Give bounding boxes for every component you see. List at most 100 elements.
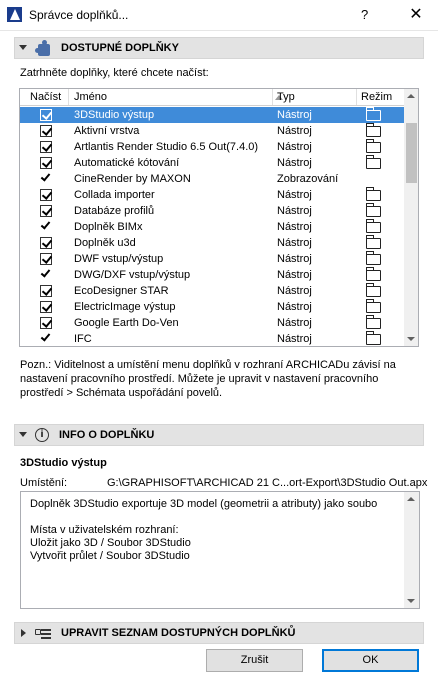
scroll-up-icon[interactable] (407, 497, 415, 501)
load-checkbox[interactable] (40, 301, 52, 313)
table-scrollbar[interactable] (404, 89, 418, 346)
scroll-down-icon[interactable] (407, 337, 415, 341)
edit-list-title: UPRAVIT SEZNAM DOSTUPNÝCH DOPLŇKŮ (61, 627, 296, 639)
folder-icon[interactable] (366, 203, 381, 217)
folder-icon[interactable] (366, 155, 381, 169)
load-checkbox[interactable] (40, 125, 52, 137)
chevron-down-icon (19, 432, 27, 437)
edit-list-icon (35, 626, 53, 640)
selected-addon-name: 3DStudio výstup (20, 457, 107, 469)
addon-type: Nástroj (277, 109, 312, 121)
table-header: Načíst Jméno Typ Režim (20, 89, 404, 106)
folder-icon[interactable] (366, 107, 381, 121)
addon-name: Doplněk u3d (74, 237, 136, 249)
load-checkbox[interactable] (40, 189, 52, 201)
folder-icon[interactable] (366, 315, 381, 329)
addon-name: EcoDesigner STAR (74, 285, 169, 297)
folder-icon[interactable] (366, 187, 381, 201)
addon-type: Nástroj (277, 285, 312, 297)
visibility-note: Pozn.: Viditelnost a umístění menu doplň… (20, 359, 396, 399)
load-checkbox[interactable] (40, 237, 52, 249)
addon-description: Doplněk 3DStudio exportuje 3D model (geo… (30, 498, 378, 562)
close-button[interactable]: ✕ (402, 4, 430, 26)
addon-type: Nástroj (277, 125, 312, 137)
addon-type: Zobrazování (277, 173, 339, 185)
table-row[interactable]: IFC Nástroj (20, 331, 404, 346)
table-row[interactable]: ElectricImage výstup Nástroj (20, 299, 404, 315)
chevron-right-icon (21, 629, 26, 637)
load-checkbox[interactable] (40, 285, 52, 297)
folder-icon[interactable] (366, 331, 381, 345)
column-load[interactable]: Načíst (30, 91, 61, 103)
chevron-down-icon (19, 45, 27, 50)
archicad-app-icon (7, 7, 22, 22)
folder-icon[interactable] (366, 235, 381, 249)
load-checkbox[interactable] (40, 317, 52, 329)
addon-type: Nástroj (277, 253, 312, 265)
location-value: G:\GRAPHISOFT\ARCHICAD 21 C...ort-Export… (107, 477, 428, 489)
table-row[interactable]: Google Earth Do-Ven Nástroj (20, 315, 404, 331)
column-type[interactable]: Typ (277, 91, 295, 103)
puzzle-icon (35, 40, 53, 57)
folder-icon[interactable] (366, 219, 381, 233)
scroll-thumb[interactable] (406, 123, 417, 183)
location-label: Umístění: (20, 477, 68, 489)
addon-info-header[interactable]: i INFO O DOPLŇKU (14, 424, 424, 446)
addon-type: Nástroj (277, 237, 312, 249)
table-row[interactable]: Doplněk u3d Nástroj (20, 235, 404, 251)
window-title: Správce doplňků... (29, 8, 129, 22)
folder-icon[interactable] (366, 123, 381, 137)
addon-name: ElectricImage výstup (74, 301, 176, 313)
available-addons-header[interactable]: DOSTUPNÉ DOPLŇKY (14, 37, 424, 59)
column-name[interactable]: Jméno (74, 91, 107, 103)
table-row[interactable]: Artlantis Render Studio 6.5 Out(7.4.0) Ná… (20, 139, 404, 155)
folder-icon[interactable] (366, 139, 381, 153)
table-row[interactable]: Doplněk BIMx Nástroj (20, 219, 404, 235)
folder-icon[interactable] (366, 283, 381, 297)
table-row[interactable]: DWG/DXF vstup/výstup Nástroj (20, 267, 404, 283)
help-button[interactable]: ? (361, 7, 368, 22)
table-row[interactable]: Databáze profilů Nástroj (20, 203, 404, 219)
addon-type: Nástroj (277, 205, 312, 217)
folder-icon[interactable] (366, 251, 381, 265)
instruction-text: Zatrhněte doplňky, které chcete načíst: (20, 67, 209, 79)
load-checkbox[interactable] (40, 109, 52, 121)
load-checkbox[interactable] (40, 141, 52, 153)
addon-name: Collada importer (74, 189, 155, 201)
scroll-down-icon[interactable] (407, 599, 415, 603)
addon-type: Nástroj (277, 141, 312, 153)
addon-name: Google Earth Do-Ven (74, 317, 179, 329)
table-row[interactable]: 3DStudio výstup Nástroj (20, 107, 404, 123)
addon-type: Nástroj (277, 317, 312, 329)
addon-name: 3DStudio výstup (74, 109, 155, 121)
table-row[interactable]: DWF vstup/výstup Nástroj (20, 251, 404, 267)
table-row[interactable]: Aktivní vrstva Nástroj (20, 123, 404, 139)
scroll-up-icon[interactable] (407, 94, 415, 98)
table-row[interactable]: CineRender by MAXON Zobrazování (20, 171, 404, 187)
folder-icon[interactable] (366, 267, 381, 281)
addon-type: Nástroj (277, 189, 312, 201)
info-icon: i (35, 428, 49, 442)
column-mode[interactable]: Režim (361, 91, 392, 103)
addon-name: CineRender by MAXON (74, 173, 191, 185)
description-scrollbar[interactable] (404, 492, 419, 608)
addon-type: Nástroj (277, 157, 312, 169)
table-row[interactable]: Collada importer Nástroj (20, 187, 404, 203)
table-row[interactable]: Automatické kótování Nástroj (20, 155, 404, 171)
available-addons-title: DOSTUPNÉ DOPLŇKY (61, 42, 179, 54)
addon-name: IFC (74, 333, 92, 345)
ok-button[interactable]: OK (322, 649, 419, 672)
load-checkbox[interactable] (40, 253, 52, 265)
addon-description-box[interactable]: Doplněk 3DStudio exportuje 3D model (geo… (20, 491, 420, 609)
table-row[interactable]: EcoDesigner STAR Nástroj (20, 283, 404, 299)
table-rows: 3DStudio výstup Nástroj Aktivní vrstva Nást… (20, 107, 404, 346)
edit-list-header[interactable]: UPRAVIT SEZNAM DOSTUPNÝCH DOPLŇKŮ (14, 622, 424, 644)
cancel-button[interactable]: Zrušit (206, 649, 303, 672)
addon-name: DWF vstup/výstup (74, 253, 164, 265)
addon-name: Automatické kótování (74, 157, 180, 169)
addon-type: Nástroj (277, 221, 312, 233)
addon-type: Nástroj (277, 269, 312, 281)
folder-icon[interactable] (366, 299, 381, 313)
load-checkbox[interactable] (40, 157, 52, 169)
load-checkbox[interactable] (40, 205, 52, 217)
